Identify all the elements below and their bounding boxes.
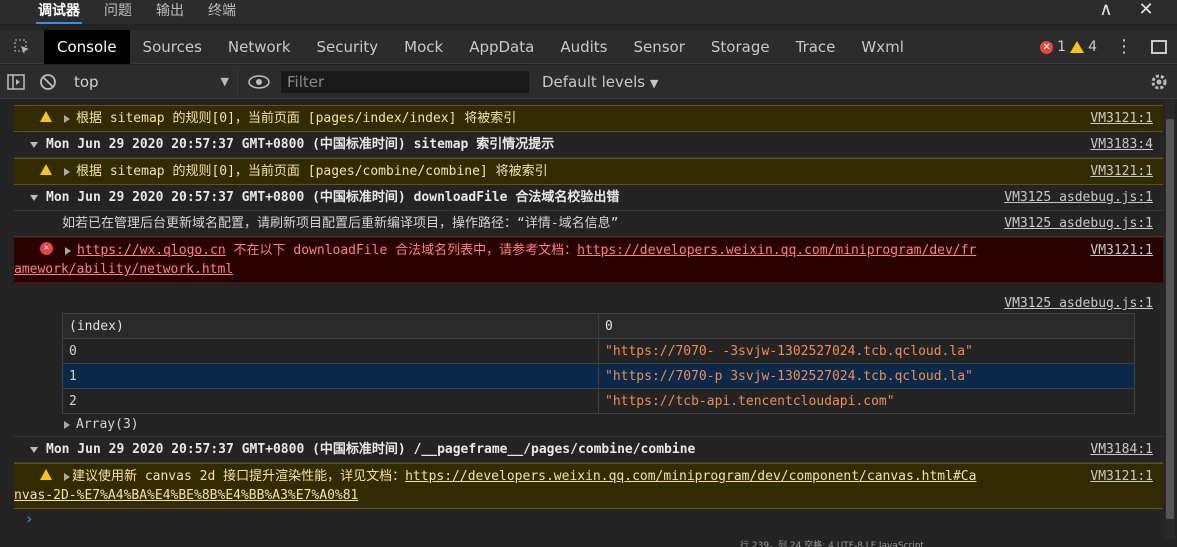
tab-security[interactable]: Security bbox=[304, 30, 392, 64]
tab-output[interactable]: 输出 bbox=[144, 0, 196, 24]
error-icon: ✕ bbox=[40, 242, 53, 255]
clear-console-icon[interactable] bbox=[32, 65, 64, 99]
console-message-warning: 根据 sitemap 的规则[0]，当前页面 [pages/index/inde… bbox=[14, 105, 1163, 132]
warning-icon bbox=[40, 111, 52, 122]
tab-debugger[interactable]: 调试器 bbox=[26, 0, 92, 24]
close-panel-button[interactable]: ✕ bbox=[1135, 0, 1157, 22]
tab-audits[interactable]: Audits bbox=[547, 30, 620, 64]
context-value: top bbox=[74, 72, 99, 91]
console-message-warning: 建议使用新 canvas 2d 接口提升渲染性能，详见文档：https://de… bbox=[14, 463, 1163, 509]
tab-problems[interactable]: 问题 bbox=[92, 0, 144, 24]
table-cell-value: "https://7070- -3svjw-1302527024.tcb.qcl… bbox=[598, 338, 1135, 364]
source-link[interactable]: VM3121:1 bbox=[1090, 241, 1153, 260]
table-cell-index: 0 bbox=[62, 338, 599, 364]
table-header-cell[interactable]: (index) bbox=[62, 313, 599, 339]
table-cell-value: "https://7070-p 3svjw-1302527024.tcb.qcl… bbox=[598, 363, 1135, 389]
collapse-arrow-icon[interactable] bbox=[30, 446, 38, 453]
table-cell-index: 1 bbox=[62, 363, 599, 389]
tab-appdata[interactable]: AppData bbox=[456, 30, 547, 64]
table-row[interactable]: 1 "https://7070-p 3svjw-1302527024.tcb.q… bbox=[62, 363, 1135, 389]
issue-counts[interactable]: ✕ 1 4 bbox=[1040, 39, 1097, 55]
table-row[interactable]: 2 "https://tcb-api.tencentcloudapi.com" bbox=[62, 388, 1135, 414]
error-icon: ✕ bbox=[1040, 40, 1054, 54]
table-header: (index) 0 bbox=[62, 313, 1135, 339]
warning-icon bbox=[40, 164, 52, 175]
console-group-header[interactable]: Mon Jun 29 2020 20:57:37 GMT+0800 (中国标准时… bbox=[14, 436, 1163, 463]
console-output[interactable]: 根据 sitemap 的规则[0]，当前页面 [pages/index/inde… bbox=[14, 99, 1163, 547]
console-message-error: ✕ https://wx.qlogo.cn 不在以下 downloadFile 合… bbox=[14, 237, 1163, 283]
warning-count: 4 bbox=[1088, 39, 1097, 55]
sidebar-toggle-icon[interactable] bbox=[0, 65, 32, 99]
warning-icon bbox=[1070, 41, 1085, 53]
source-link[interactable]: VM3121:1 bbox=[1090, 159, 1153, 184]
tab-trace[interactable]: Trace bbox=[783, 30, 849, 64]
source-link[interactable]: VM3121:1 bbox=[1090, 467, 1153, 486]
panel-tabbar: 调试器 问题 输出 终端 bbox=[0, 0, 1177, 24]
collapse-panel-button[interactable]: ∧ bbox=[1095, 0, 1117, 22]
table-cell-value: "https://tcb-api.tencentcloudapi.com" bbox=[598, 388, 1135, 414]
docs-link-continued[interactable]: nvas-2D-%E7%A4%BA%E4%BE%8B%E4%BB%A3%E7%A… bbox=[14, 488, 358, 503]
warning-icon bbox=[40, 469, 52, 480]
tab-console[interactable]: Console bbox=[44, 29, 130, 64]
source-link[interactable]: VM3125 asdebug.js:1 bbox=[1004, 211, 1153, 236]
console-group-header[interactable]: Mon Jun 29 2020 20:57:37 GMT+0800 (中国标准时… bbox=[14, 185, 1163, 211]
docs-link-continued[interactable]: amework/ability/network.html bbox=[14, 262, 233, 277]
filter-input[interactable]: Filter bbox=[280, 69, 530, 94]
status-bar: 行 239，列 24 空格: 4 UTF-8 LF JavaScript bbox=[740, 541, 924, 547]
collapse-arrow-icon[interactable] bbox=[30, 194, 38, 201]
gear-icon[interactable] bbox=[1149, 72, 1169, 92]
console-message-info: 如若已在管理后台更新域名配置，请刷新项目配置后重新编译项目，操作路径：“详情-域… bbox=[14, 211, 1163, 237]
live-expression-icon[interactable] bbox=[238, 74, 280, 89]
scrollbar-thumb[interactable] bbox=[1166, 119, 1174, 519]
expand-arrow-icon[interactable] bbox=[64, 114, 70, 123]
tab-storage[interactable]: Storage bbox=[698, 30, 783, 64]
table-cell-index: 2 bbox=[62, 388, 599, 414]
source-link[interactable]: VM3125 asdebug.js:1 bbox=[1004, 291, 1153, 316]
chevron-down-icon: ▼ bbox=[220, 74, 229, 88]
table-row[interactable]: 0 "https://7070- -3svjw-1302527024.tcb.q… bbox=[62, 338, 1135, 364]
source-link[interactable]: VM3184:1 bbox=[1090, 437, 1153, 462]
inspect-element-icon[interactable] bbox=[0, 30, 44, 64]
tab-sources[interactable]: Sources bbox=[130, 30, 215, 64]
dock-side-icon[interactable] bbox=[1151, 40, 1167, 54]
docs-link[interactable]: https://developers.weixin.qq.com/minipro… bbox=[577, 243, 976, 258]
array-summary[interactable]: Array(3) bbox=[14, 414, 1163, 436]
vertical-scrollbar[interactable] bbox=[1165, 99, 1175, 539]
console-toolbar: top ▼ Filter Default levels ▼ bbox=[0, 65, 1177, 99]
source-link[interactable]: VM3125 asdebug.js:1 bbox=[1004, 185, 1153, 210]
console-message-warning: 根据 sitemap 的规则[0]，当前页面 [pages/combine/co… bbox=[14, 158, 1163, 185]
expand-arrow-icon[interactable] bbox=[64, 167, 70, 176]
tab-wxml[interactable]: Wxml bbox=[848, 30, 917, 64]
error-count: 1 bbox=[1057, 39, 1067, 55]
expand-arrow-icon[interactable] bbox=[64, 472, 70, 481]
console-table: (index) 0 0 "https://7070- -3svjw-130252… bbox=[62, 313, 1135, 414]
tab-mock[interactable]: Mock bbox=[391, 30, 456, 64]
expand-arrow-icon[interactable] bbox=[64, 420, 70, 429]
context-selector[interactable]: top ▼ bbox=[68, 69, 238, 94]
source-link[interactable]: VM3183:4 bbox=[1090, 132, 1153, 157]
source-link[interactable]: VM3121:1 bbox=[1090, 106, 1153, 131]
console-prompt[interactable]: › bbox=[26, 509, 1163, 528]
table-source-row: VM3125 asdebug.js:1 bbox=[14, 291, 1163, 313]
collapse-arrow-icon[interactable] bbox=[30, 141, 38, 148]
devtools-tabbar: Console Sources Network Security Mock Ap… bbox=[0, 29, 1177, 64]
console-group-header[interactable]: Mon Jun 29 2020 20:57:37 GMT+0800 (中国标准时… bbox=[14, 132, 1163, 158]
tab-sensor[interactable]: Sensor bbox=[620, 30, 697, 64]
expand-arrow-icon[interactable] bbox=[65, 246, 71, 255]
chevron-down-icon: ▼ bbox=[649, 76, 659, 90]
tab-terminal[interactable]: 终端 bbox=[196, 0, 248, 24]
table-header-cell[interactable]: 0 bbox=[598, 313, 1135, 339]
docs-link[interactable]: https://developers.weixin.qq.com/minipro… bbox=[405, 469, 976, 484]
log-levels-label: Default levels bbox=[542, 72, 646, 91]
more-options-icon[interactable]: ⋮ bbox=[1115, 37, 1133, 57]
error-url-link[interactable]: https://wx.qlogo.cn bbox=[77, 243, 226, 258]
log-levels-dropdown[interactable]: Default levels ▼ bbox=[542, 73, 658, 91]
tab-network[interactable]: Network bbox=[215, 30, 304, 64]
